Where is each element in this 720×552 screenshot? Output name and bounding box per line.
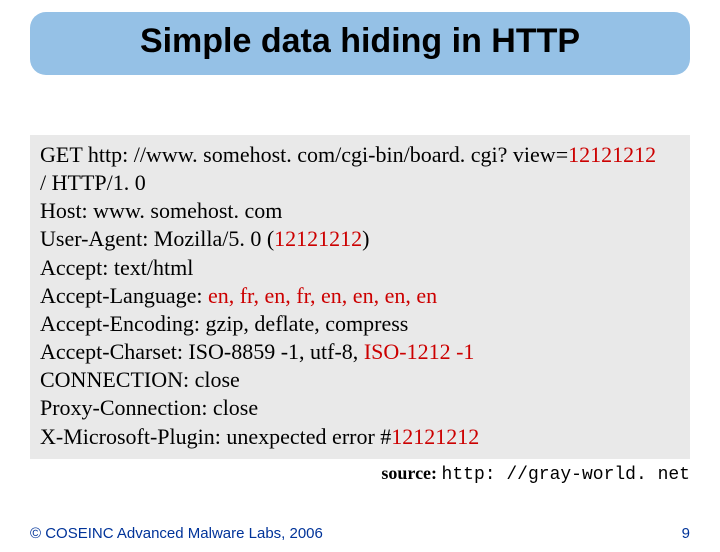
- copyright: © COSEINC Advanced Malware Labs, 2006: [30, 525, 323, 542]
- http-line-10: Proxy-Connection: close: [40, 394, 680, 422]
- hidden-data-view: 12121212: [568, 142, 656, 167]
- http-line-2: / HTTP/1. 0: [40, 169, 680, 197]
- http-line-8-text: Accept-Charset: ISO-8859 -1, utf-8,: [40, 339, 364, 364]
- hidden-data-language: en, fr, en, fr, en, en, en, en: [208, 283, 437, 308]
- http-line-11-text: X-Microsoft-Plugin: unexpected error #: [40, 424, 391, 449]
- footer: © COSEINC Advanced Malware Labs, 2006 9: [30, 525, 690, 542]
- hidden-data-plugin: 12121212: [391, 424, 479, 449]
- http-line-4-text: User-Agent: Mozilla/5. 0 (: [40, 226, 274, 251]
- http-line-1-text: GET http: //www. somehost. com/cgi-bin/b…: [40, 142, 568, 167]
- title-bar: Simple data hiding in HTTP: [30, 12, 690, 75]
- http-line-6-text: Accept-Language:: [40, 283, 208, 308]
- http-line-3: Host: www. somehost. com: [40, 197, 680, 225]
- http-line-1: GET http: //www. somehost. com/cgi-bin/b…: [40, 141, 680, 169]
- hidden-data-charset: ISO-1212 -1: [364, 339, 475, 364]
- source-line: source: http: //gray-world. net: [30, 463, 690, 485]
- http-request-block: GET http: //www. somehost. com/cgi-bin/b…: [30, 135, 690, 459]
- http-line-6: Accept-Language: en, fr, en, fr, en, en,…: [40, 282, 680, 310]
- page-number: 9: [682, 525, 690, 542]
- http-line-4-close: ): [362, 226, 369, 251]
- slide: Simple data hiding in HTTP GET http: //w…: [0, 12, 720, 552]
- http-line-11: X-Microsoft-Plugin: unexpected error #12…: [40, 423, 680, 451]
- http-line-7: Accept-Encoding: gzip, deflate, compress: [40, 310, 680, 338]
- http-line-4: User-Agent: Mozilla/5. 0 (12121212): [40, 225, 680, 253]
- slide-title: Simple data hiding in HTTP: [42, 22, 678, 61]
- http-line-8: Accept-Charset: ISO-8859 -1, utf-8, ISO-…: [40, 338, 680, 366]
- hidden-data-useragent: 12121212: [274, 226, 362, 251]
- source-label: source:: [381, 463, 441, 483]
- http-line-9: CONNECTION: close: [40, 366, 680, 394]
- http-line-5: Accept: text/html: [40, 254, 680, 282]
- source-url: http: //gray-world. net: [442, 465, 690, 485]
